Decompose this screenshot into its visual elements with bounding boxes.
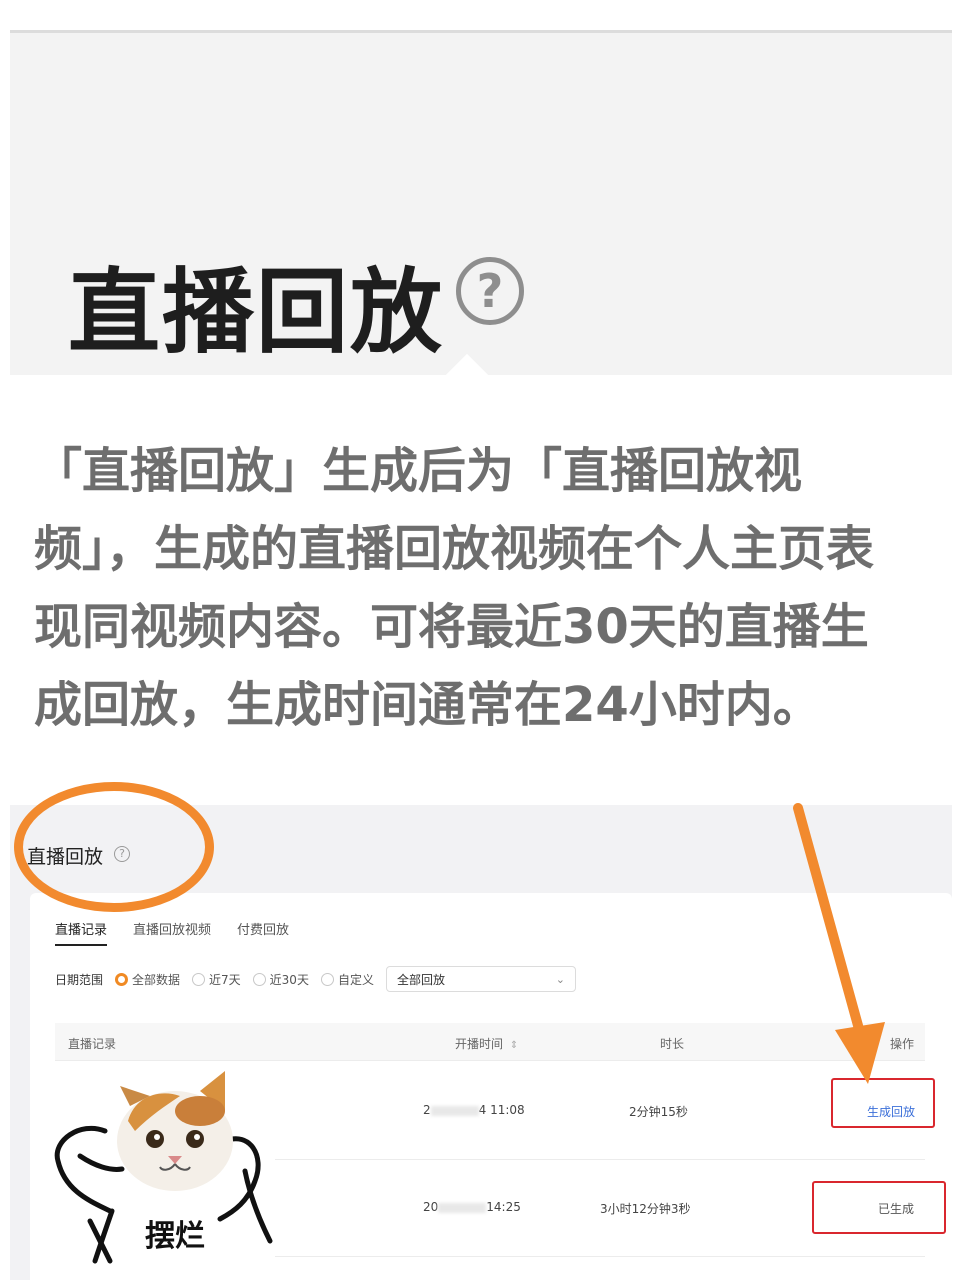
radio-label: 近7天 <box>209 972 241 987</box>
tooltip-text: 「直播回放」生成后为「直播回放视频」，生成的直播回放视频在个人主页表现同视频内容… <box>34 443 875 733</box>
radio-dot <box>192 972 206 986</box>
start-time-cell: 20 14:25 <box>423 1200 521 1214</box>
radio-last-7-days[interactable]: 近7天 <box>192 971 241 988</box>
question-circle-icon[interactable]: ? <box>456 257 524 325</box>
col-header-start-time-label: 开播时间 <box>455 1037 504 1051</box>
radio-dot <box>320 972 334 986</box>
start-time-prefix: 2 <box>423 1103 431 1117</box>
sticker-caption: 摆烂 <box>145 1219 205 1254</box>
tab-live-records[interactable]: 直播记录 <box>55 919 108 946</box>
redacted-date <box>430 1105 479 1116</box>
select-value: 全部回放 <box>396 972 445 987</box>
col-header-start-time[interactable]: 开播时间 ⇕ <box>455 1035 518 1052</box>
radio-custom[interactable]: 自定义 <box>320 971 374 988</box>
radio-last-30-days[interactable]: 近30天 <box>252 971 309 988</box>
col-header-record: 直播记录 <box>68 1037 117 1051</box>
tab-bar: 直播记录 直播回放视频 付费回放 <box>55 919 289 946</box>
tab-paid-replay[interactable]: 付费回放 <box>237 919 289 946</box>
duration-cell: 3小时12分钟3秒 <box>600 1202 691 1216</box>
start-time-suffix: 4 11:08 <box>478 1103 525 1117</box>
cat-sticker: 摆烂 <box>50 1061 275 1273</box>
start-time-prefix: 20 <box>423 1200 439 1214</box>
radio-dot <box>252 972 266 986</box>
chevron-down-icon: ⌄ <box>555 972 565 986</box>
date-range-label: 日期范围 <box>55 972 104 987</box>
col-header-duration: 时长 <box>660 1037 685 1051</box>
tab-replay-videos[interactable]: 直播回放视频 <box>133 919 211 946</box>
start-time-suffix: 14:25 <box>486 1200 521 1214</box>
highlight-generated <box>812 1181 946 1234</box>
orange-circle-annotation <box>14 782 214 912</box>
orange-arrow-annotation <box>793 803 885 1084</box>
date-filter: 日期范围 全部数据 近7天 近30天 自定义 全部回放 ⌄ <box>55 966 576 992</box>
radio-label: 自定义 <box>337 972 374 987</box>
radio-all-data[interactable]: 全部数据 <box>115 971 180 988</box>
zoomed-page-title: 直播回放 <box>68 259 445 366</box>
replay-type-select[interactable]: 全部回放 ⌄ <box>385 966 576 992</box>
start-time-cell: 2 4 11:08 <box>423 1103 525 1117</box>
radio-label: 近30天 <box>269 972 309 987</box>
radio-label: 全部数据 <box>132 972 181 987</box>
radio-dot <box>115 972 129 986</box>
sort-icon[interactable]: ⇕ <box>510 1040 518 1051</box>
duration-cell: 2分钟15秒 <box>629 1105 688 1119</box>
redacted-date <box>438 1202 487 1213</box>
